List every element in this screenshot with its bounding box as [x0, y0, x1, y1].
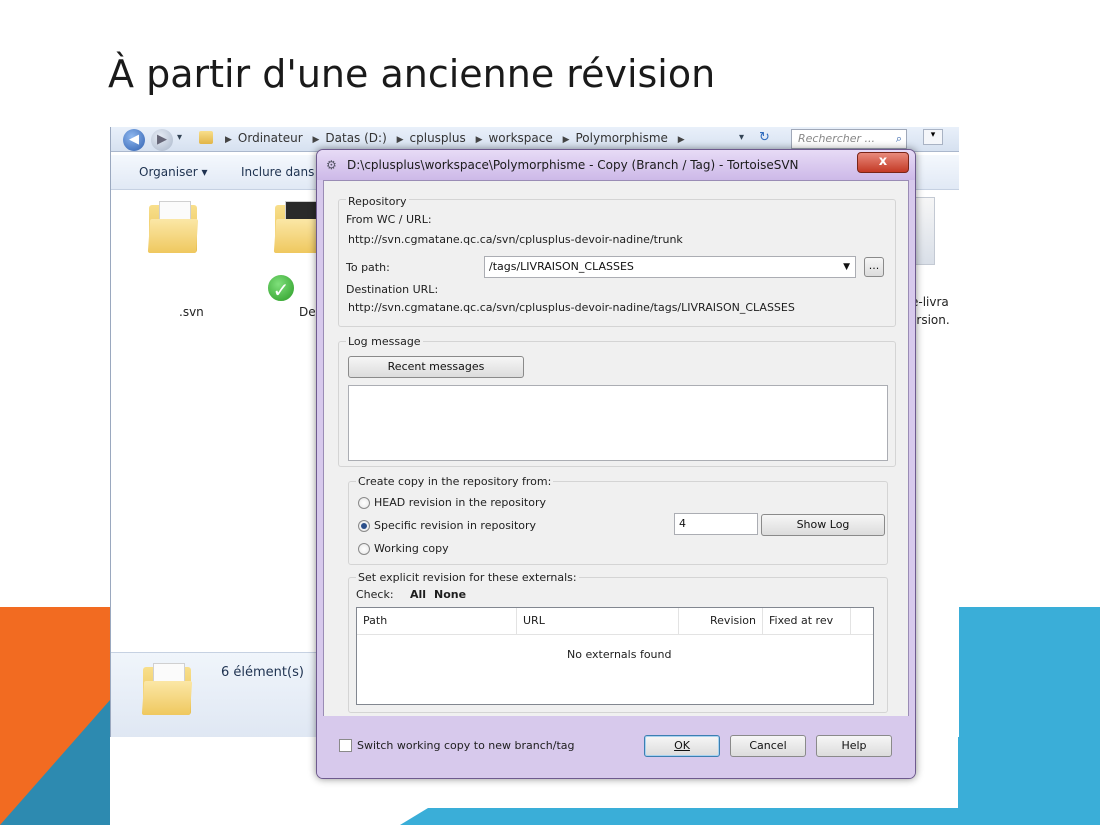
chevron-down-icon[interactable]: ▼: [843, 257, 850, 277]
search-input[interactable]: Rechercher ... ⌕: [791, 129, 907, 149]
specific-revision-label[interactable]: Specific revision in repository: [374, 519, 536, 532]
refresh-icon[interactable]: ↻: [759, 130, 770, 145]
back-arrow-icon[interactable]: ◀: [123, 129, 145, 151]
search-icon: ⌕: [895, 132, 902, 145]
breadcrumb-item[interactable]: Polymorphisme: [575, 131, 667, 145]
column-header-url[interactable]: URL: [517, 608, 679, 634]
dialog-titlebar[interactable]: ⚙ D:\cplusplus\workspace\Polymorphisme -…: [317, 150, 915, 180]
show-log-button[interactable]: Show Log: [761, 514, 885, 536]
breadcrumb-item[interactable]: Datas (D:): [325, 131, 386, 145]
history-dropdown-icon[interactable]: ▾: [177, 132, 182, 143]
copy-branch-tag-dialog: ⚙ D:\cplusplus\workspace\Polymorphisme -…: [316, 149, 916, 779]
address-dropdown-icon[interactable]: ▾: [739, 132, 744, 143]
copy-source-group-label: Create copy in the repository from:: [356, 475, 554, 488]
to-path-combobox[interactable]: /tags/LIVRAISON_CLASSES ▼: [484, 256, 856, 278]
switch-working-copy-label[interactable]: Switch working copy to new branch/tag: [357, 739, 575, 752]
column-header-fixed-at-rev[interactable]: Fixed at rev: [763, 608, 851, 634]
search-placeholder: Rechercher ...: [798, 132, 876, 145]
ok-button[interactable]: OK: [644, 735, 720, 757]
include-menu[interactable]: Inclure dans: [241, 165, 314, 179]
explorer-details-pane: 6 élément(s): [111, 652, 316, 737]
column-header-revision[interactable]: Revision: [679, 608, 763, 634]
working-copy-label[interactable]: Working copy: [374, 542, 449, 555]
externals-table: Path URL Revision Fixed at rev No extern…: [356, 607, 874, 705]
forward-arrow-icon[interactable]: ▶: [151, 129, 173, 151]
destination-url-value: http://svn.cgmatane.qc.ca/svn/cplusplus-…: [348, 301, 795, 314]
check-all-link[interactable]: All: [410, 588, 426, 601]
minimize-button[interactable]: ▾: [923, 129, 943, 145]
to-path-value: /tags/LIVRAISON_CLASSES: [489, 260, 634, 273]
slide-title: À partir d'une ancienne révision: [108, 52, 716, 96]
item-count: 6 élément(s): [221, 665, 304, 680]
tortoisesvn-icon: ⚙: [326, 158, 337, 172]
file-label: De: [299, 305, 316, 319]
folder-icon: [141, 663, 193, 715]
breadcrumb-item[interactable]: cplusplus: [410, 131, 466, 145]
dialog-title: D:\cplusplus\workspace\Polymorphisme - C…: [347, 158, 799, 172]
to-path-label: To path:: [346, 261, 390, 274]
breadcrumb-item[interactable]: Ordinateur: [238, 131, 303, 145]
help-button[interactable]: Help: [816, 735, 892, 757]
cancel-button[interactable]: Cancel: [730, 735, 806, 757]
recent-messages-button[interactable]: Recent messages: [348, 356, 524, 378]
externals-group-label: Set explicit revision for these external…: [356, 571, 579, 584]
slide-bottom-accent: [400, 808, 1100, 825]
breadcrumb-item[interactable]: workspace: [488, 131, 552, 145]
revision-input[interactable]: 4: [674, 513, 758, 535]
breadcrumb: ▶ Ordinateur ▶ Datas (D:) ▶ cplusplus ▶ work…: [225, 131, 685, 145]
browse-button[interactable]: ...: [864, 257, 884, 277]
svn-status-ok-icon: ✓: [266, 273, 296, 303]
specific-revision-radio[interactable]: [358, 520, 370, 532]
from-url-label: From WC / URL:: [346, 213, 432, 226]
check-label: Check:: [356, 588, 394, 601]
from-url-value: http://svn.cgmatane.qc.ca/svn/cplusplus-…: [348, 233, 683, 246]
close-button[interactable]: x: [857, 152, 909, 173]
empty-table-message: No externals found: [567, 648, 672, 661]
slide-blue-accent: [958, 607, 1100, 825]
log-message-textarea[interactable]: [348, 385, 888, 461]
dialog-footer: Switch working copy to new branch/tag OK…: [317, 716, 915, 778]
switch-working-copy-checkbox[interactable]: [339, 739, 352, 752]
header-divider: [357, 634, 873, 635]
organize-menu[interactable]: Organiser ▾: [139, 165, 207, 179]
file-label: e-livra: [911, 295, 949, 309]
working-copy-radio[interactable]: [358, 543, 370, 555]
folder-icon[interactable]: [147, 201, 199, 253]
log-message-group-label: Log message: [346, 335, 423, 348]
head-revision-label[interactable]: HEAD revision in the repository: [374, 496, 546, 509]
dialog-body: Repository From WC / URL: http://svn.cgm…: [323, 180, 909, 718]
destination-url-label: Destination URL:: [346, 283, 439, 296]
head-revision-radio[interactable]: [358, 497, 370, 509]
column-header-path[interactable]: Path: [357, 608, 517, 634]
repository-group-label: Repository: [346, 195, 409, 208]
file-label: .svn: [179, 305, 204, 319]
folder-location-icon: [199, 131, 213, 144]
check-none-link[interactable]: None: [434, 588, 466, 601]
